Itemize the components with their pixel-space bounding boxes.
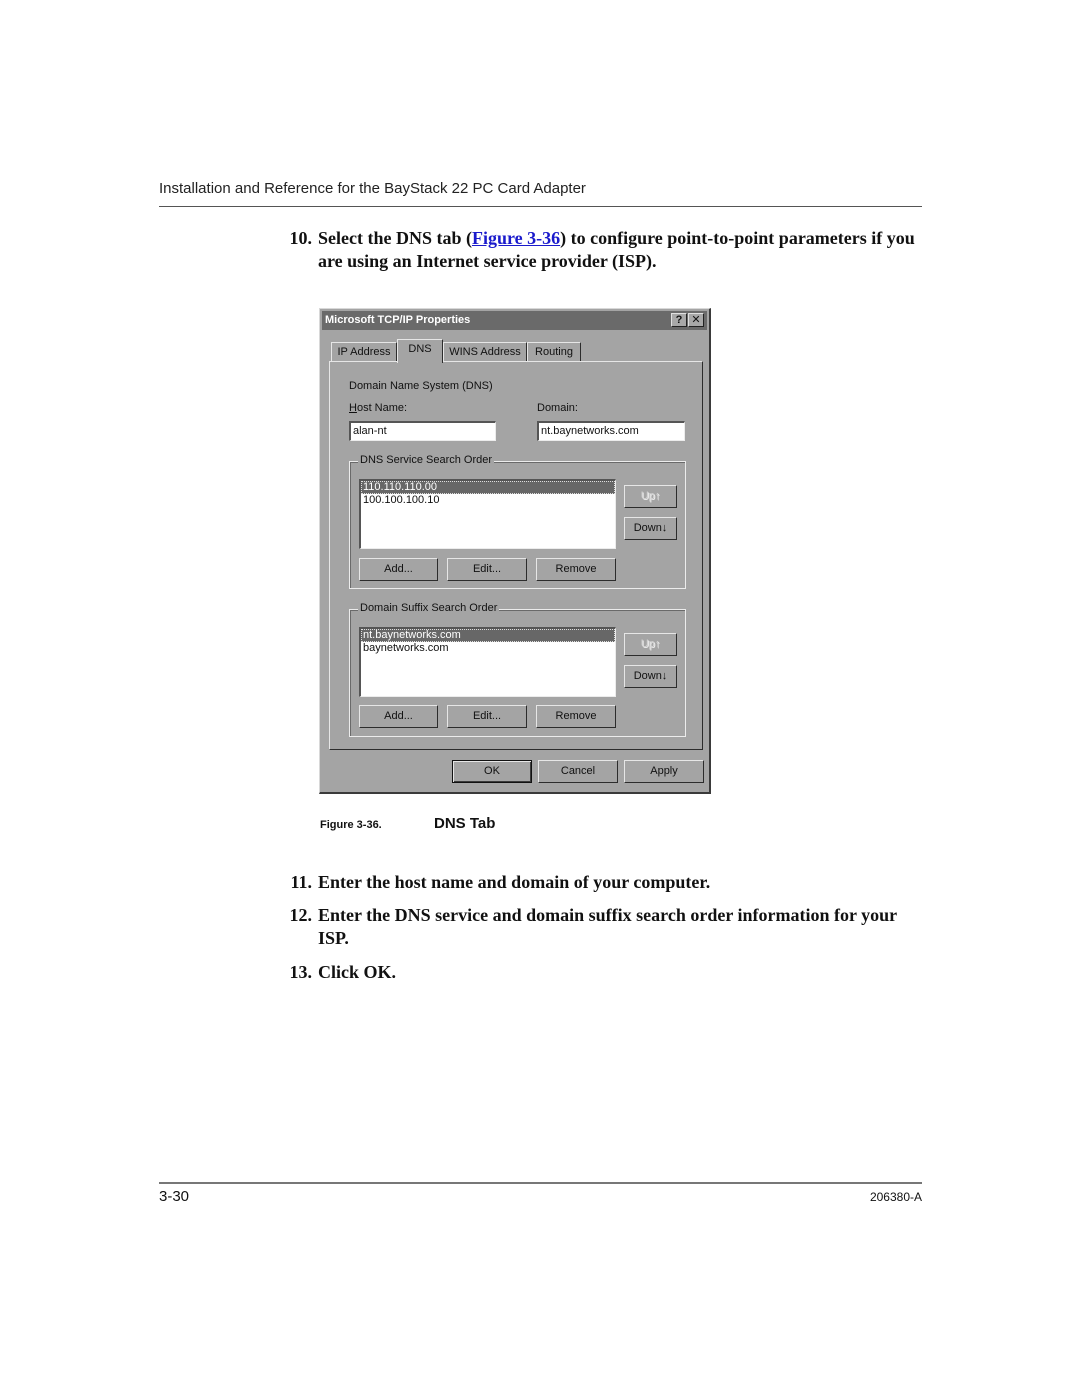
domain-input[interactable]: nt.baynetworks.com xyxy=(537,421,685,441)
tab-dns[interactable]: DNS xyxy=(397,339,443,363)
host-name-label-text: ost Name: xyxy=(356,402,408,414)
host-name-input[interactable]: alan-nt xyxy=(349,421,496,441)
page-number: 3-30 xyxy=(159,1188,190,1205)
close-icon: ✕ xyxy=(691,314,701,326)
tab-wins-address[interactable]: WINS Address xyxy=(443,342,527,362)
running-header: Installation and Reference for the BaySt… xyxy=(159,180,586,197)
dns-service-list[interactable]: 110.110.110.00 100.100.100.10 xyxy=(359,479,616,549)
domain-suffix-list[interactable]: nt.baynetworks.com baynetworks.com xyxy=(359,627,616,697)
apply-button[interactable]: Apply xyxy=(624,760,704,783)
figure-caption: Figure 3-36. DNS Tab xyxy=(320,815,495,832)
suffix-up-button[interactable]: Up↑ xyxy=(624,633,677,656)
dns-remove-button[interactable]: Remove xyxy=(536,558,616,581)
list-item[interactable]: baynetworks.com xyxy=(361,642,615,655)
cancel-button[interactable]: Cancel xyxy=(538,760,618,783)
list-item[interactable]: 110.110.110.00 xyxy=(361,481,615,494)
domain-label: Domain: xyxy=(537,402,578,414)
step-number: 13. xyxy=(289,962,313,982)
tcpip-properties-dialog: Microsoft TCP/IP Properties ? ✕ IP Addre… xyxy=(319,308,711,794)
dns-add-button[interactable]: Add... xyxy=(359,558,438,581)
step-text: Enter the host name and domain of your c… xyxy=(318,872,711,892)
document-id: 206380-A xyxy=(869,1190,922,1204)
step-text: Select the DNS tab (Figure 3-36) to conf… xyxy=(318,227,928,273)
dns-tab-panel: Domain Name System (DNS) Host Name: alan… xyxy=(329,361,703,750)
list-item[interactable]: nt.baynetworks.com xyxy=(361,629,615,642)
title-bar: Microsoft TCP/IP Properties ? ✕ xyxy=(322,311,707,330)
dns-edit-button[interactable]: Edit... xyxy=(447,558,527,581)
dns-heading: Domain Name System (DNS) xyxy=(349,380,493,392)
dns-up-button[interactable]: Up↑ xyxy=(624,485,677,508)
step-number: 12. xyxy=(289,905,313,925)
dns-service-search-order-group: DNS Service Search Order 110.110.110.00 … xyxy=(349,454,686,589)
group-label: DNS Service Search Order xyxy=(358,454,495,466)
step-number: 11. xyxy=(290,872,312,892)
access-key: H xyxy=(349,402,357,414)
help-button[interactable]: ? xyxy=(671,313,687,327)
figure-link[interactable]: Figure 3-36 xyxy=(472,228,560,248)
step-text: Enter the DNS service and domain suffix … xyxy=(318,905,897,948)
tab-routing[interactable]: Routing xyxy=(527,342,581,362)
suffix-remove-button[interactable]: Remove xyxy=(536,705,616,728)
figure-label: Figure 3-36. xyxy=(320,819,382,831)
step-text: Click OK. xyxy=(318,962,397,982)
domain-suffix-search-order-group: Domain Suffix Search Order nt.baynetwork… xyxy=(349,602,686,737)
group-label: Domain Suffix Search Order xyxy=(358,602,500,614)
tab-ip-address[interactable]: IP Address xyxy=(331,342,397,362)
step-text-before: Select the DNS tab ( xyxy=(318,228,472,248)
ok-button[interactable]: OK xyxy=(452,760,532,783)
dns-down-button[interactable]: Down↓ xyxy=(624,517,677,540)
header-rule xyxy=(159,206,922,207)
suffix-down-button[interactable]: Down↓ xyxy=(624,665,677,688)
footer-rule xyxy=(159,1182,922,1184)
dialog-title: Microsoft TCP/IP Properties xyxy=(325,314,471,326)
close-button[interactable]: ✕ xyxy=(688,313,704,327)
list-item[interactable]: 100.100.100.10 xyxy=(361,494,615,507)
step-number: 10. xyxy=(289,228,313,248)
figure-title: DNS Tab xyxy=(434,815,496,832)
suffix-edit-button[interactable]: Edit... xyxy=(447,705,527,728)
step-10: 10. Select the DNS tab (Figure 3-36) to … xyxy=(282,227,932,275)
suffix-add-button[interactable]: Add... xyxy=(359,705,438,728)
host-name-label: Host Name: xyxy=(349,402,407,414)
